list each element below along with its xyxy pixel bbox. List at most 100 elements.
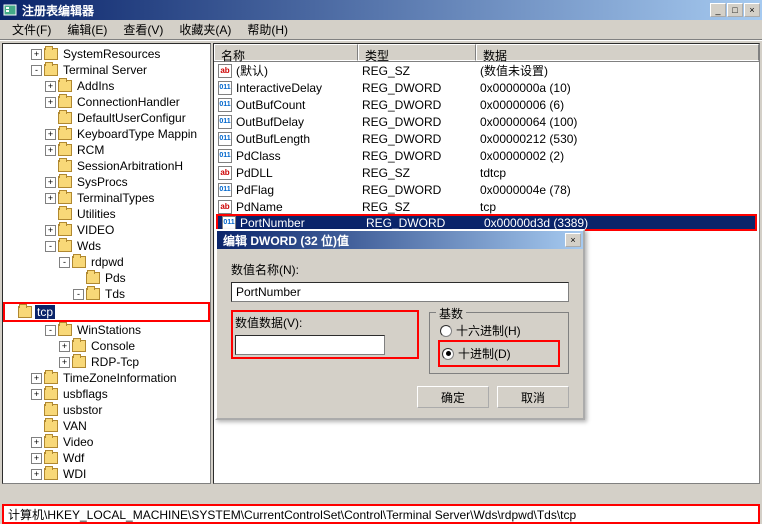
- list-row[interactable]: 011OutBufCountREG_DWORD0x00000006 (6): [214, 96, 759, 113]
- tree-toggle-icon[interactable]: +: [45, 193, 56, 204]
- tree-toggle-icon[interactable]: +: [45, 225, 56, 236]
- tree-label: Utilities: [75, 207, 118, 221]
- tree-toggle-icon[interactable]: +: [31, 437, 42, 448]
- tree-item-usbstor[interactable]: usbstor: [3, 402, 210, 418]
- binary-value-icon: 011: [222, 216, 236, 230]
- tree-toggle-icon[interactable]: +: [45, 81, 56, 92]
- binary-value-icon: 011: [218, 98, 232, 112]
- header-name[interactable]: 名称: [214, 44, 358, 61]
- value-name: InteractiveDelay: [236, 81, 322, 95]
- menu-view[interactable]: 查看(V): [115, 19, 171, 40]
- tree-toggle-icon[interactable]: +: [31, 453, 42, 464]
- tree-toggle-icon[interactable]: -: [59, 257, 70, 268]
- tree-toggle-icon[interactable]: +: [31, 389, 42, 400]
- folder-icon: [44, 420, 58, 432]
- list-row[interactable]: ab(默认)REG_SZ(数值未设置): [214, 62, 759, 79]
- tree-toggle-icon[interactable]: +: [31, 49, 42, 60]
- tree-label: SystemResources: [61, 47, 162, 61]
- tree-item-rdpwd[interactable]: -rdpwd: [3, 254, 210, 270]
- value-data-input[interactable]: [235, 335, 385, 355]
- list-row[interactable]: 011PdFlagREG_DWORD0x0000004e (78): [214, 181, 759, 198]
- menu-favorites[interactable]: 收藏夹(A): [171, 19, 239, 40]
- dialog-close-button[interactable]: ×: [565, 233, 581, 247]
- tree-item-sysprocs[interactable]: +SysProcs: [3, 174, 210, 190]
- list-row[interactable]: 011PdClassREG_DWORD0x00000002 (2): [214, 147, 759, 164]
- radio-hex-row[interactable]: 十六进制(H): [440, 322, 558, 339]
- tree-item-keyboardtype-mappin[interactable]: +KeyboardType Mappin: [3, 126, 210, 142]
- value-type: REG_SZ: [358, 63, 476, 79]
- tree-item-sessionarbitrationh[interactable]: SessionArbitrationH: [3, 158, 210, 174]
- tree-item-wdf[interactable]: +Wdf: [3, 450, 210, 466]
- maximize-button[interactable]: □: [727, 3, 743, 17]
- tree-toggle-icon[interactable]: +: [45, 177, 56, 188]
- folder-icon: [58, 240, 72, 252]
- menu-edit[interactable]: 编辑(E): [59, 19, 115, 40]
- menubar: 文件(F) 编辑(E) 查看(V) 收藏夹(A) 帮助(H): [0, 20, 762, 40]
- tree-toggle-icon[interactable]: +: [59, 341, 70, 352]
- tree-toggle-icon[interactable]: +: [31, 373, 42, 384]
- tree-toggle-icon[interactable]: +: [59, 357, 70, 368]
- list-row[interactable]: 011InteractiveDelayREG_DWORD0x0000000a (…: [214, 79, 759, 96]
- tree-label: Video: [61, 435, 95, 449]
- tree-item-van[interactable]: VAN: [3, 418, 210, 434]
- list-row[interactable]: 011OutBufDelayREG_DWORD0x00000064 (100): [214, 113, 759, 130]
- radio-dec[interactable]: [442, 348, 454, 360]
- tree-item-wds[interactable]: -Wds: [3, 238, 210, 254]
- tree-item-tcp[interactable]: tcp: [3, 302, 210, 322]
- value-name-input[interactable]: [231, 282, 569, 302]
- tree-toggle-icon[interactable]: +: [31, 469, 42, 480]
- tree-item-addins[interactable]: +AddIns: [3, 78, 210, 94]
- tree-label: ConnectionHandler: [75, 95, 182, 109]
- tree-item-console[interactable]: + Console: [3, 338, 210, 354]
- radio-hex[interactable]: [440, 325, 452, 337]
- value-type: REG_DWORD: [358, 80, 476, 96]
- tree-item-wdi[interactable]: +WDI: [3, 466, 210, 482]
- folder-icon: [58, 324, 72, 336]
- binary-value-icon: 011: [218, 81, 232, 95]
- list-row[interactable]: 011OutBufLengthREG_DWORD0x00000212 (530): [214, 130, 759, 147]
- tree-toggle-icon[interactable]: -: [73, 289, 84, 300]
- ok-button[interactable]: 确定: [417, 386, 489, 408]
- menu-help[interactable]: 帮助(H): [239, 19, 296, 40]
- header-data[interactable]: 数据: [476, 44, 759, 61]
- tree-item-terminaltypes[interactable]: +TerminalTypes: [3, 190, 210, 206]
- tree-item-tds[interactable]: - Tds: [3, 286, 210, 302]
- radio-dec-row[interactable]: 十进制(D): [442, 345, 556, 362]
- tree-item-timezoneinformation[interactable]: +TimeZoneInformation: [3, 370, 210, 386]
- tree-item-systemresources[interactable]: + SystemResources: [3, 46, 210, 62]
- registry-tree[interactable]: +SystemResources-Terminal Server+AddIns+…: [2, 43, 211, 484]
- tree-item-winstations[interactable]: - WinStations: [3, 322, 210, 338]
- cancel-button[interactable]: 取消: [497, 386, 569, 408]
- tree-item-rdp-tcp[interactable]: +RDP-Tcp: [3, 354, 210, 370]
- tree-item-video[interactable]: + Video: [3, 434, 210, 450]
- tree-label: WinStations: [75, 323, 143, 337]
- tree-label: Tds: [103, 287, 127, 301]
- tree-toggle-icon[interactable]: -: [45, 325, 56, 336]
- folder-icon: [86, 272, 100, 284]
- menu-file[interactable]: 文件(F): [4, 19, 59, 40]
- tree-label: VAN: [61, 419, 89, 433]
- string-value-icon: ab: [218, 166, 232, 180]
- tree-toggle-icon[interactable]: +: [45, 145, 56, 156]
- tree-label: Console: [89, 339, 137, 353]
- tree-item-video[interactable]: +VIDEO: [3, 222, 210, 238]
- tree-toggle-icon[interactable]: +: [45, 97, 56, 108]
- tree-item-rcm[interactable]: +RCM: [3, 142, 210, 158]
- tree-item-defaultuserconfigur[interactable]: DefaultUserConfigur: [3, 110, 210, 126]
- tree-toggle-icon[interactable]: -: [31, 65, 42, 76]
- value-data: 0x00000212 (530): [476, 131, 759, 147]
- tree-item-connectionhandler[interactable]: + ConnectionHandler: [3, 94, 210, 110]
- minimize-button[interactable]: _: [710, 3, 726, 17]
- tree-item-usbflags[interactable]: +usbflags: [3, 386, 210, 402]
- list-row[interactable]: abPdDLLREG_SZtdtcp: [214, 164, 759, 181]
- tree-item-pds[interactable]: Pds: [3, 270, 210, 286]
- header-type[interactable]: 类型: [358, 44, 476, 61]
- close-button[interactable]: ×: [744, 3, 760, 17]
- tree-label: Terminal Server: [61, 63, 149, 77]
- tree-item-terminal-server[interactable]: - Terminal Server: [3, 62, 210, 78]
- tree-item-utilities[interactable]: Utilities: [3, 206, 210, 222]
- value-data: (数值未设置): [476, 61, 759, 80]
- tree-toggle-icon[interactable]: +: [45, 129, 56, 140]
- tree-toggle-icon[interactable]: -: [45, 241, 56, 252]
- list-row[interactable]: abPdNameREG_SZtcp: [214, 198, 759, 215]
